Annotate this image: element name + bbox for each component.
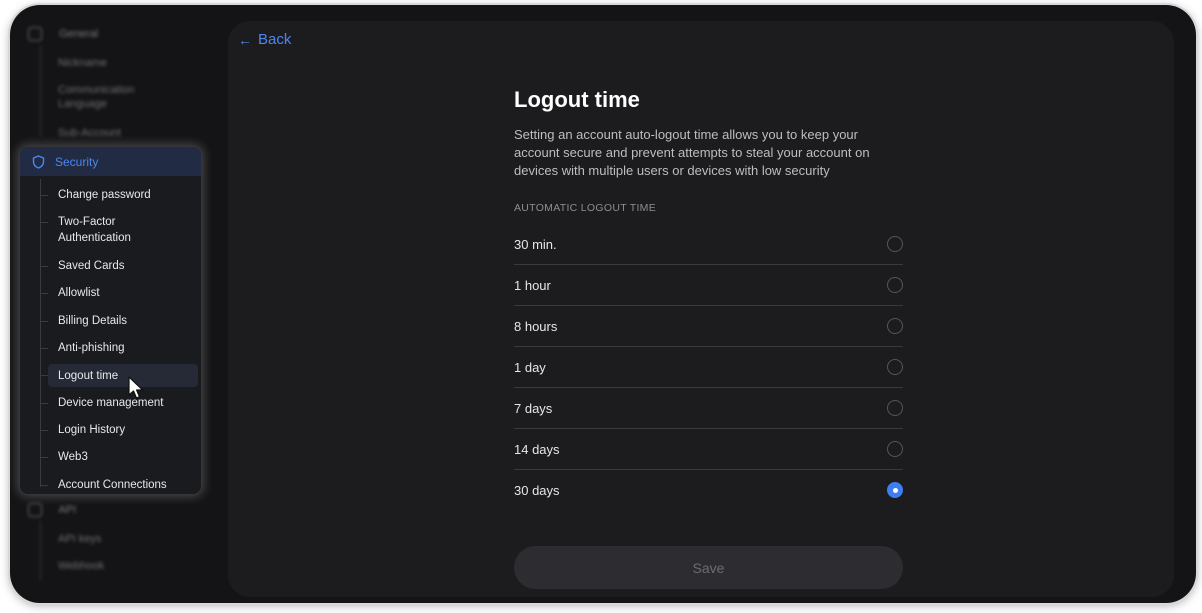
api-icon	[28, 503, 42, 517]
sidebar-item-communication-language[interactable]: Communication Language	[58, 83, 148, 111]
sidebar-item-security[interactable]: Security	[20, 147, 201, 176]
option-14-days[interactable]: 14 days	[514, 429, 903, 470]
back-button[interactable]: ← Back	[238, 31, 291, 48]
option-8-hours[interactable]: 8 hours	[514, 306, 903, 347]
sidebar-item-label: Logout time	[58, 370, 119, 382]
radio-button[interactable]	[887, 400, 903, 416]
sidebar-item-sub-account[interactable]: Sub-Account	[58, 126, 121, 140]
security-group: Security Change password Two-Factor Auth…	[20, 147, 201, 494]
main-panel: ← Back Logout time Setting an account au…	[228, 21, 1174, 597]
option-label: 30 min.	[514, 236, 557, 252]
sidebar-item-label: Login History	[58, 424, 126, 436]
section-label: AUTOMATIC LOGOUT TIME	[514, 202, 657, 214]
logout-time-content: Logout time Setting an account auto-logo…	[514, 87, 903, 510]
option-1-hour[interactable]: 1 hour	[514, 265, 903, 306]
option-30-days[interactable]: 30 days	[514, 470, 903, 510]
sidebar-item-label: Saved Cards	[58, 260, 125, 272]
sidebar-item-two-factor[interactable]: Two-Factor Authentication	[40, 214, 198, 246]
sidebar-group-label: API	[58, 503, 77, 516]
sidebar-group-api[interactable]: API	[28, 503, 76, 517]
tree-line	[40, 179, 41, 487]
sidebar-item-label: Anti-phishing	[58, 342, 125, 354]
sidebar-item-saved-cards[interactable]: Saved Cards	[40, 258, 198, 274]
sidebar-item-label: Account Connections	[58, 479, 167, 491]
sidebar-item-label: Billing Details	[58, 315, 128, 327]
option-label: 7 days	[514, 400, 553, 416]
sidebar-item-label: Device management	[58, 397, 164, 409]
radio-button-selected[interactable]	[887, 482, 903, 498]
sidebar-item-account-connections[interactable]: Account Connections	[40, 477, 198, 493]
sidebar-item-allowlist[interactable]: Allowlist	[40, 285, 198, 301]
sidebar-item-label: Allowlist	[58, 287, 100, 299]
option-label: 1 hour	[514, 277, 551, 293]
mouse-cursor-icon	[128, 376, 144, 399]
sidebar-item-label: Security	[55, 154, 99, 169]
sidebar-group-general[interactable]: General	[28, 27, 98, 41]
back-label: Back	[258, 31, 292, 48]
sidebar-item-anti-phishing[interactable]: Anti-phishing	[40, 340, 198, 356]
sidebar-item-web3[interactable]: Web3	[40, 449, 198, 465]
shield-icon	[32, 154, 45, 169]
settings-sidebar: General Nickname Communication Language …	[10, 5, 210, 603]
page-description: Setting an account auto-logout time allo…	[514, 127, 870, 178]
app-window: General Nickname Communication Language …	[10, 5, 1196, 603]
radio-button[interactable]	[887, 359, 903, 375]
option-label: 8 hours	[514, 318, 558, 334]
option-label: 14 days	[514, 441, 560, 457]
general-icon	[28, 27, 42, 41]
sidebar-item-change-password[interactable]: Change password	[40, 187, 198, 203]
sidebar-group-label: General	[59, 27, 99, 40]
sidebar-item-label: Change password	[58, 189, 151, 201]
sidebar-item-api-keys[interactable]: API keys	[58, 532, 101, 546]
save-button[interactable]: Save	[514, 546, 903, 589]
sidebar-item-webhook[interactable]: Webhook	[58, 559, 104, 573]
page-title: Logout time	[514, 87, 640, 112]
radio-button[interactable]	[887, 318, 903, 334]
radio-button[interactable]	[887, 277, 903, 293]
option-label: 1 day	[514, 359, 546, 375]
radio-button[interactable]	[887, 236, 903, 252]
option-30-min[interactable]: 30 min.	[514, 224, 903, 265]
sidebar-item-billing-details[interactable]: Billing Details	[40, 313, 198, 329]
logout-time-options: 30 min. 1 hour 8 hours 1 day 7 days 14 d…	[514, 224, 903, 510]
radio-button[interactable]	[887, 441, 903, 457]
option-7-days[interactable]: 7 days	[514, 388, 903, 429]
sidebar-item-label: Web3	[58, 451, 88, 463]
sidebar-item-label: Two-Factor Authentication	[58, 216, 131, 244]
arrow-left-icon: ←	[238, 31, 252, 48]
sidebar-item-device-management[interactable]: Device management	[40, 395, 198, 411]
sidebar-item-logout-time[interactable]: Logout time	[40, 364, 198, 387]
option-label: 30 days	[514, 482, 560, 498]
sidebar-item-nickname[interactable]: Nickname	[58, 56, 107, 70]
sidebar-item-login-history[interactable]: Login History	[40, 422, 198, 438]
option-1-day[interactable]: 1 day	[514, 347, 903, 388]
